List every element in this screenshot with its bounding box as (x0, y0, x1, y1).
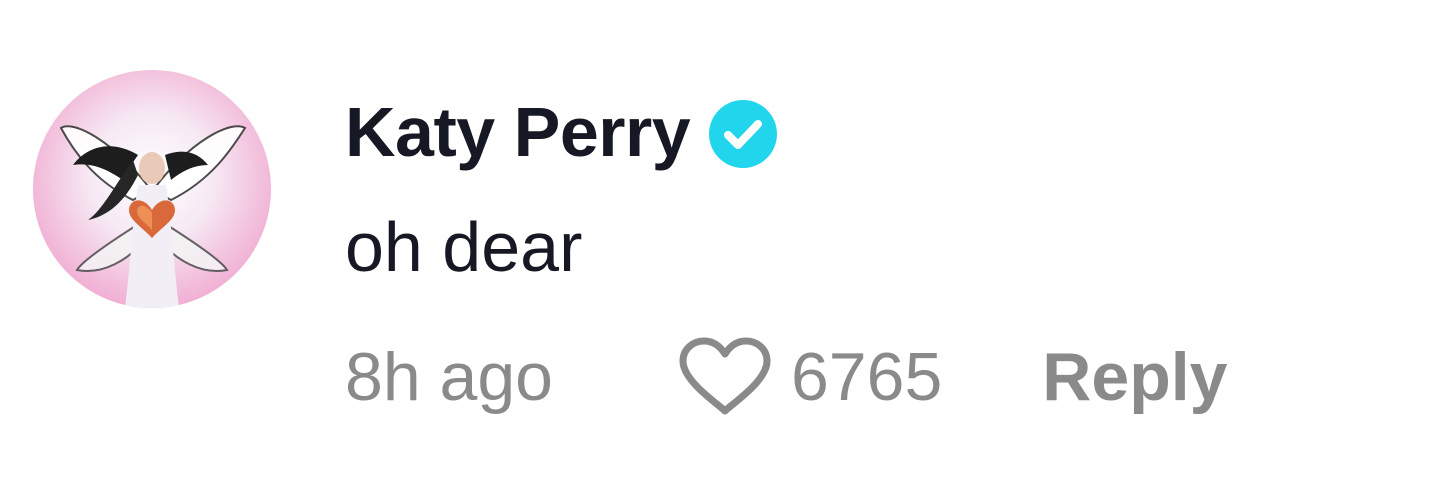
reply-button[interactable]: Reply (1042, 343, 1227, 411)
comment-item: Katy Perry oh dear 8h ago 6765 Reply (0, 0, 1448, 504)
comment-meta: 8h ago 6765 Reply (345, 335, 1227, 419)
like-button[interactable]: 6765 (675, 335, 942, 419)
like-count: 6765 (790, 339, 943, 415)
verified-badge-icon (709, 100, 778, 168)
avatar-image (59, 125, 247, 308)
author-row: Katy Perry (345, 92, 778, 172)
author-name[interactable]: Katy Perry (345, 97, 691, 167)
avatar[interactable] (33, 70, 271, 308)
comment-text: oh dear (345, 208, 583, 286)
heart-outline-icon[interactable] (675, 335, 775, 419)
timestamp: 8h ago (345, 339, 553, 415)
